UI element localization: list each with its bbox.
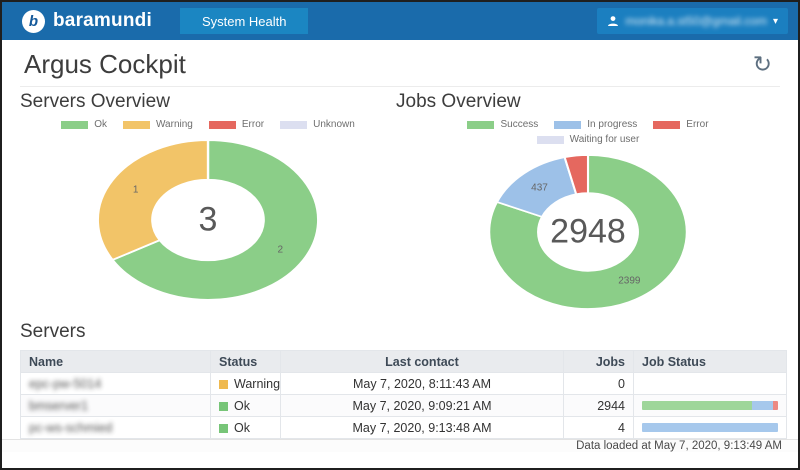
server-name: epc-pw-5014 — [29, 377, 101, 391]
brand-name: baramundi — [53, 10, 152, 32]
last-contact-cell: May 7, 2020, 8:11:43 AM — [281, 373, 564, 395]
servers-table-title: Servers — [20, 321, 780, 343]
legend-swatch — [280, 121, 307, 129]
jobs-overview-section: Jobs Overview Success In progress Error Wai… — [396, 91, 780, 319]
refresh-button[interactable]: ↻ — [747, 53, 778, 76]
name-cell: epc-pw-5014 — [21, 373, 211, 395]
user-menu[interactable]: monika.a.st50@gmail.com ▾ — [597, 8, 788, 34]
servers-legend: Ok Warning Error Unknown — [53, 119, 363, 130]
legend-label: Error — [686, 119, 708, 130]
data-loaded-text: Data loaded at May 7, 2020, 9:13:49 AM — [576, 440, 798, 452]
legend-item-warning[interactable]: Warning — [123, 119, 193, 130]
legend-item-unknown[interactable]: Unknown — [280, 119, 355, 130]
legend-label: Success — [500, 119, 538, 130]
legend-item-error[interactable]: Error — [209, 119, 264, 130]
charts-row: Servers Overview Ok Warning Error Unknown 2… — [20, 91, 780, 319]
donut-slice-warning[interactable] — [98, 140, 208, 260]
legend-label: Error — [242, 119, 264, 130]
nav-tab-system-health[interactable]: System Health — [180, 8, 309, 34]
main-content: Argus Cockpit ↻ Servers Overview Ok Warni… — [2, 40, 798, 441]
legend-swatch — [554, 121, 581, 129]
job-status-bar-segment — [642, 423, 778, 432]
servers-table-head: NameStatusLast contactJobsJob Status — [21, 351, 787, 373]
job-status-bar — [642, 401, 778, 410]
last-contact-cell: May 7, 2020, 9:13:48 AM — [281, 417, 564, 439]
servers-overview-title: Servers Overview — [20, 91, 396, 113]
last-contact-cell: May 7, 2020, 9:09:21 AM — [281, 395, 564, 417]
legend-item-ok[interactable]: Ok — [61, 119, 107, 130]
app-window: b baramundi System Health monika.a.st50@… — [0, 0, 800, 470]
jobs-count-cell: 0 — [564, 373, 634, 395]
status-square-icon — [219, 380, 228, 389]
column-header-job-status: Job Status — [634, 351, 787, 373]
baramundi-logo-icon: b — [22, 10, 45, 33]
legend-label: In progress — [587, 119, 637, 130]
status-label: Warning — [234, 377, 280, 391]
servers-donut-chart[interactable]: 2 1 3 — [92, 136, 324, 304]
servers-overview-section: Servers Overview Ok Warning Error Unknown 2… — [20, 91, 396, 319]
legend-label: Unknown — [313, 119, 355, 130]
job-status-bar-segment — [773, 401, 778, 410]
legend-swatch — [61, 121, 88, 129]
status-square-icon — [219, 424, 228, 433]
page-head: Argus Cockpit ↻ — [20, 40, 780, 87]
legend-item-success[interactable]: Success — [467, 119, 538, 130]
legend-swatch — [467, 121, 494, 129]
name-cell: bmserver1 — [21, 395, 211, 417]
servers-table-body: epc-pw-5014 WarningMay 7, 2020, 8:11:43 A… — [21, 373, 787, 439]
server-name: bmserver1 — [29, 399, 88, 413]
user-email: monika.a.st50@gmail.com — [625, 14, 767, 28]
status-label: Ok — [234, 421, 250, 435]
jobs-legend: Success In progress Error Waiting for user — [423, 119, 753, 145]
job-status-bar — [642, 423, 778, 432]
legend-label: Ok — [94, 119, 107, 130]
legend-label: Waiting for user — [570, 134, 640, 145]
table-row[interactable]: epc-pw-5014 WarningMay 7, 2020, 8:11:43 A… — [21, 373, 787, 395]
name-cell: pc-ws-schmied — [21, 417, 211, 439]
servers-table-section: Servers NameStatusLast contactJobsJob St… — [20, 321, 780, 439]
column-header-jobs: Jobs — [564, 351, 634, 373]
jobs-count-cell: 4 — [564, 417, 634, 439]
job-status-cell — [634, 373, 787, 395]
legend-swatch — [123, 121, 150, 129]
column-header-last-contact: Last contact — [281, 351, 564, 373]
status-label: Ok — [234, 399, 250, 413]
slice-value-label: 2399 — [618, 275, 640, 286]
legend-item-in-progress[interactable]: In progress — [554, 119, 637, 130]
donut-center-total: 3 — [199, 201, 218, 240]
slice-value-label: 2 — [278, 245, 284, 256]
jobs-overview-title: Jobs Overview — [396, 91, 780, 113]
status-square-icon — [219, 402, 228, 411]
legend-swatch — [209, 121, 236, 129]
user-icon — [607, 15, 619, 27]
chevron-down-icon: ▾ — [773, 16, 778, 27]
slice-value-label: 1 — [133, 184, 139, 195]
status-cell: Warning — [211, 373, 281, 395]
jobs-count-cell: 2944 — [564, 395, 634, 417]
jobs-donut-chart[interactable]: 2399 437 2948 — [484, 151, 692, 313]
legend-swatch — [653, 121, 680, 129]
brand: b baramundi — [22, 10, 152, 33]
job-status-cell — [634, 395, 787, 417]
status-cell: Ok — [211, 395, 281, 417]
top-bar: b baramundi System Health monika.a.st50@… — [2, 2, 798, 40]
column-header-status: Status — [211, 351, 281, 373]
legend-label: Warning — [156, 119, 193, 130]
table-row[interactable]: pc-ws-schmied Ok May 7, 2020, 9:13:48 AM4 — [21, 417, 787, 439]
table-row[interactable]: bmserver1 Ok May 7, 2020, 9:09:21 AM2944 — [21, 395, 787, 417]
server-name: pc-ws-schmied — [29, 421, 112, 435]
servers-table: NameStatusLast contactJobsJob Status epc… — [20, 350, 787, 439]
status-bar: Data loaded at May 7, 2020, 9:13:49 AM — [2, 439, 798, 452]
status-cell: Ok — [211, 417, 281, 439]
legend-swatch — [537, 136, 564, 144]
job-status-bar-segment — [752, 401, 773, 410]
column-header-name: Name — [21, 351, 211, 373]
legend-item-waiting-for-user[interactable]: Waiting for user — [537, 134, 640, 145]
job-status-bar-segment — [642, 401, 752, 410]
page-title: Argus Cockpit — [24, 49, 186, 80]
job-status-cell — [634, 417, 787, 439]
slice-value-label: 437 — [531, 182, 548, 193]
legend-item-error[interactable]: Error — [653, 119, 708, 130]
donut-center-total: 2948 — [550, 213, 626, 252]
